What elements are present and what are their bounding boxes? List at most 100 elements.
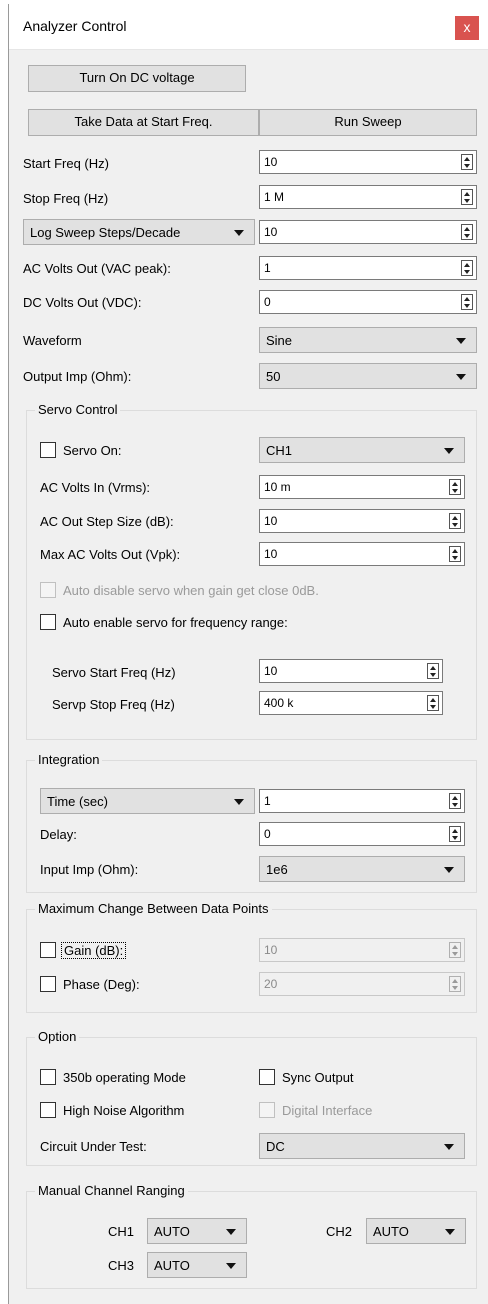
- option-group: Option 350b operating Mode Sync Output H…: [26, 1029, 477, 1166]
- window-title: Analyzer Control: [23, 18, 127, 34]
- integration-group: Integration Time (sec) 1 Delay: 0 Input …: [26, 752, 477, 893]
- spin-arrows-icon: [449, 976, 461, 992]
- gain-label: Gain (dB):: [61, 942, 127, 959]
- spin-arrows-icon[interactable]: [449, 793, 461, 809]
- circuit-under-test-select[interactable]: DC: [259, 1133, 465, 1159]
- start-freq-label: Start Freq (Hz): [23, 156, 109, 171]
- spin-arrows-icon[interactable]: [427, 663, 439, 679]
- channel-ranging-group: Manual Channel Ranging CH1 AUTO CH2 AUTO…: [26, 1183, 477, 1289]
- integration-title: Integration: [35, 752, 103, 767]
- servo-stop-freq-spinbox[interactable]: 400 k: [259, 691, 443, 715]
- spin-arrows-icon[interactable]: [461, 224, 473, 240]
- ch3-range-selected: AUTO: [154, 1258, 190, 1273]
- phase-spinbox: 20: [259, 972, 465, 996]
- ch3-range-select[interactable]: AUTO: [147, 1252, 247, 1278]
- max-ac-out-spinbox[interactable]: 10: [259, 542, 465, 566]
- servo-channel-select[interactable]: CH1: [259, 437, 465, 463]
- ac-volts-out-spinbox[interactable]: 1: [259, 256, 477, 280]
- phase-value: 20: [264, 977, 278, 991]
- ac-out-step-value: 10: [264, 514, 278, 528]
- waveform-selected: Sine: [266, 333, 293, 348]
- stop-freq-spinbox[interactable]: 1 M: [259, 185, 477, 209]
- chevron-down-icon: [444, 867, 454, 873]
- dc-volts-out-value: 0: [264, 295, 271, 309]
- dc-volts-out-label: DC Volts Out (VDC):: [23, 295, 142, 310]
- ac-volts-in-value: 10 m: [264, 480, 291, 494]
- ch2-range-select[interactable]: AUTO: [366, 1218, 466, 1244]
- sweep-steps-selected: Log Sweep Steps/Decade: [30, 225, 181, 240]
- spin-arrows-icon: [449, 942, 461, 958]
- sweep-steps-value: 10: [264, 225, 278, 239]
- ac-volts-in-spinbox[interactable]: 10 m: [259, 475, 465, 499]
- spin-arrows-icon[interactable]: [461, 189, 473, 205]
- servo-on-checkbox[interactable]: [40, 442, 56, 458]
- digital-interface-checkbox: [259, 1102, 275, 1118]
- high-noise-label: High Noise Algorithm: [63, 1103, 185, 1118]
- delay-label: Delay:: [40, 827, 77, 842]
- high-noise-checkbox[interactable]: [40, 1102, 56, 1118]
- integration-value-spinbox[interactable]: 1: [259, 789, 465, 813]
- gain-spinbox: 10: [259, 938, 465, 962]
- delay-spinbox[interactable]: 0: [259, 822, 465, 846]
- spin-arrows-icon[interactable]: [449, 513, 461, 529]
- max-change-group: Maximum Change Between Data Points Gain …: [26, 901, 477, 1013]
- output-imp-selected: 50: [266, 369, 281, 384]
- ac-out-step-label: AC Out Step Size (dB):: [40, 514, 174, 529]
- spin-arrows-icon[interactable]: [461, 260, 473, 276]
- close-button[interactable]: x: [455, 16, 479, 40]
- ch2-range-selected: AUTO: [373, 1224, 409, 1239]
- ac-volts-in-label: AC Volts In (Vrms):: [40, 480, 151, 495]
- servo-stop-freq-label: Servp Stop Freq (Hz): [52, 697, 175, 712]
- chevron-down-icon: [234, 799, 244, 805]
- run-sweep-button[interactable]: Run Sweep: [259, 109, 477, 136]
- sweep-steps-spinbox[interactable]: 10: [259, 220, 477, 244]
- servo-on-label: Servo On:: [63, 443, 122, 458]
- spin-arrows-icon[interactable]: [449, 546, 461, 562]
- spin-arrows-icon[interactable]: [449, 479, 461, 495]
- servo-control-title: Servo Control: [35, 402, 121, 417]
- chevron-down-icon: [456, 338, 466, 344]
- auto-enable-checkbox[interactable]: [40, 614, 56, 630]
- servo-channel-selected: CH1: [266, 443, 293, 458]
- servo-start-freq-spinbox[interactable]: 10: [259, 659, 443, 683]
- circuit-under-test-selected: DC: [266, 1139, 285, 1154]
- ch1-label: CH1: [108, 1224, 135, 1239]
- servo-start-freq-label: Servo Start Freq (Hz): [52, 665, 176, 680]
- integration-mode-selected: Time (sec): [47, 794, 108, 809]
- ch1-range-select[interactable]: AUTO: [147, 1218, 247, 1244]
- sync-output-checkbox[interactable]: [259, 1069, 275, 1085]
- servo-start-freq-value: 10: [264, 664, 278, 678]
- turn-on-dc-voltage-button[interactable]: Turn On DC voltage: [28, 65, 246, 92]
- take-data-button[interactable]: Take Data at Start Freq.: [28, 109, 259, 136]
- close-icon: x: [463, 19, 471, 35]
- sweep-steps-select[interactable]: Log Sweep Steps/Decade: [23, 219, 255, 245]
- ch2-label: CH2: [326, 1224, 353, 1239]
- servo-control-group: Servo Control Servo On: CH1 AC Volts In …: [26, 402, 477, 740]
- input-imp-select[interactable]: 1e6: [259, 856, 465, 882]
- waveform-select[interactable]: Sine: [259, 327, 477, 353]
- gain-checkbox[interactable]: [40, 942, 56, 958]
- chevron-down-icon: [226, 1229, 236, 1235]
- integration-mode-select[interactable]: Time (sec): [40, 788, 255, 814]
- circuit-under-test-label: Circuit Under Test:: [40, 1139, 147, 1154]
- ac-volts-out-label: AC Volts Out (VAC peak):: [23, 261, 171, 276]
- spin-arrows-icon[interactable]: [427, 695, 439, 711]
- start-freq-value: 10: [264, 155, 278, 169]
- mode-350b-checkbox[interactable]: [40, 1069, 56, 1085]
- output-imp-label: Output Imp (Ohm):: [23, 369, 132, 384]
- stop-freq-value: 1 M: [264, 190, 285, 204]
- spin-arrows-icon[interactable]: [461, 154, 473, 170]
- title-bar: Analyzer Control x: [9, 4, 488, 50]
- ac-out-step-spinbox[interactable]: 10: [259, 509, 465, 533]
- delay-value: 0: [264, 827, 271, 841]
- dc-volts-out-spinbox[interactable]: 0: [259, 290, 477, 314]
- integration-value: 1: [264, 794, 271, 808]
- phase-checkbox[interactable]: [40, 976, 56, 992]
- spin-arrows-icon[interactable]: [461, 294, 473, 310]
- start-freq-spinbox[interactable]: 10: [259, 150, 477, 174]
- spin-arrows-icon[interactable]: [449, 826, 461, 842]
- ch1-range-selected: AUTO: [154, 1224, 190, 1239]
- chevron-down-icon: [234, 230, 244, 236]
- output-imp-select[interactable]: 50: [259, 363, 477, 389]
- mode-350b-label: 350b operating Mode: [63, 1070, 186, 1085]
